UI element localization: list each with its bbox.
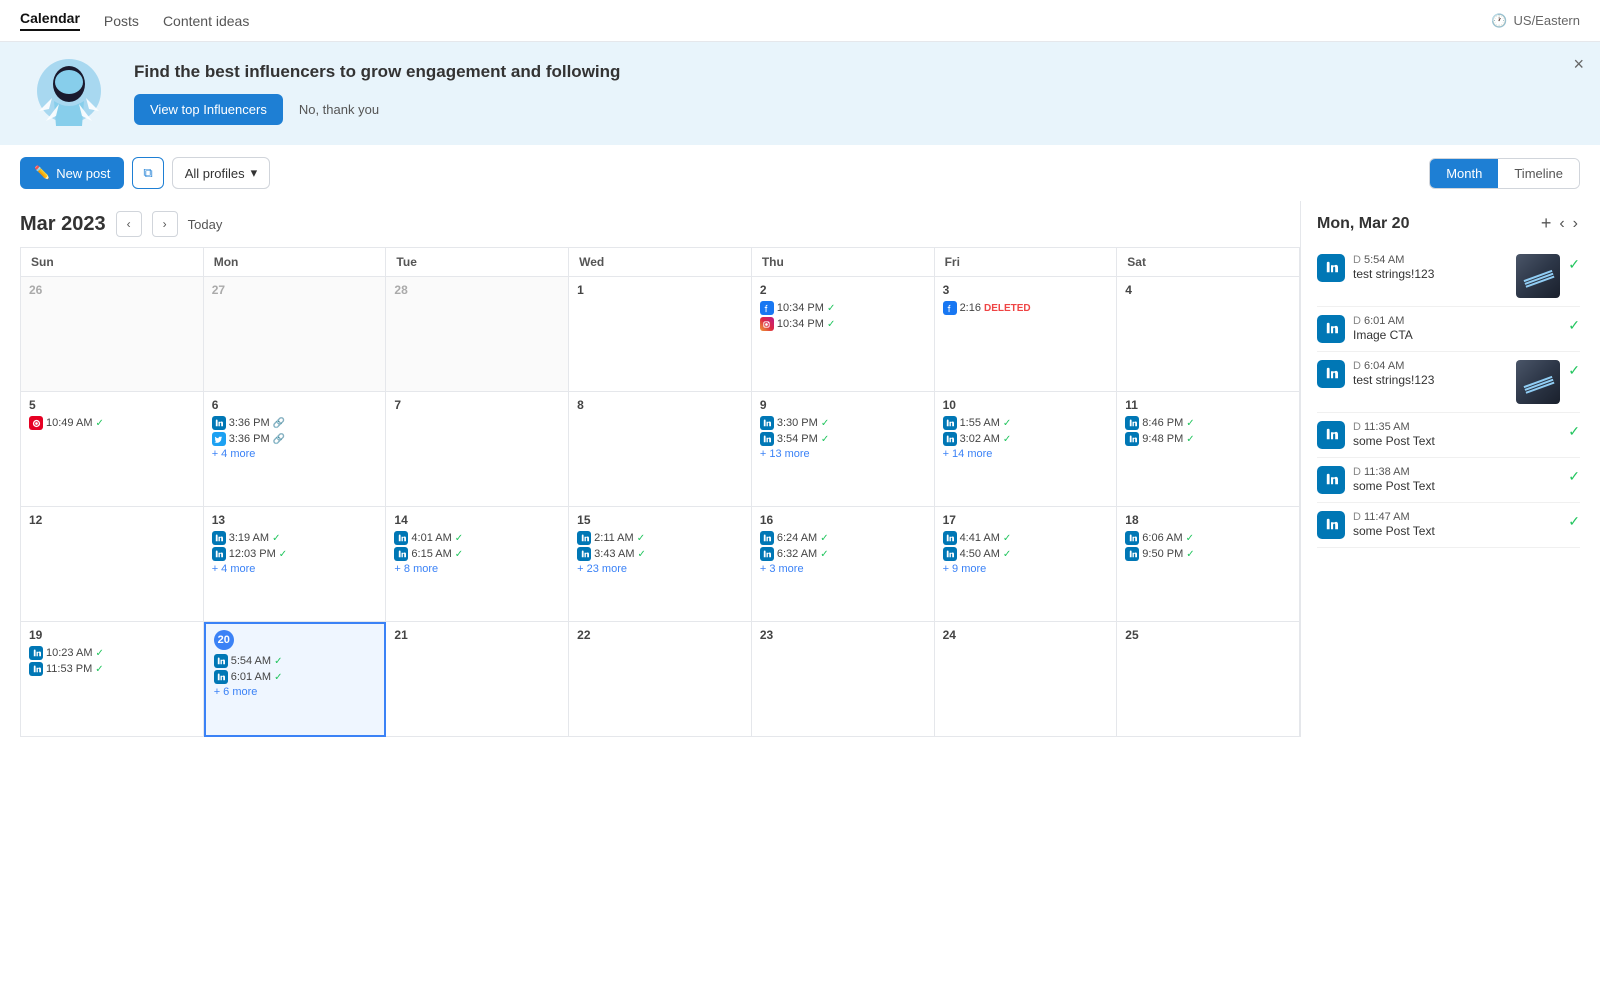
cal-cell[interactable]: 11 8:46 PM ✓ 9:48 PM ✓	[1117, 392, 1300, 507]
cal-cell[interactable]: 23	[752, 622, 935, 737]
clock-icon: 🕐	[1491, 13, 1507, 29]
sidebar-event[interactable]: D 11:47 AM some Post Text ✓	[1317, 503, 1580, 548]
cal-cell[interactable]: 22	[569, 622, 752, 737]
cal-cell[interactable]: 1	[569, 277, 752, 392]
cal-cell[interactable]: 18 6:06 AM ✓ 9:50 PM ✓	[1117, 507, 1300, 622]
sidebar-event[interactable]: D 6:01 AM Image CTA ✓	[1317, 307, 1580, 352]
calendar-main: Mar 2023 ‹ › Today Sun Mon Tue Wed Thu F…	[20, 201, 1300, 737]
today-button[interactable]: Today	[188, 217, 223, 232]
cal-cell[interactable]: 15 2:11 AM ✓ 3:43 AM ✓ + 23 more	[569, 507, 752, 622]
month-view-button[interactable]: Month	[1430, 159, 1498, 188]
cal-cell[interactable]: 14 4:01 AM ✓ 6:15 AM ✓ + 8 more	[386, 507, 569, 622]
new-post-button[interactable]: ✏️ New post	[20, 157, 124, 189]
header-tue: Tue	[386, 248, 569, 277]
cal-cell[interactable]: 26	[21, 277, 204, 392]
cal-cell[interactable]: 2 10:34 PM ✓ 10:34 PM ✓	[752, 277, 935, 392]
cal-cell[interactable]: 27	[204, 277, 387, 392]
header-sun: Sun	[21, 248, 204, 277]
cal-cell[interactable]: 12	[21, 507, 204, 622]
calendar-header: Mar 2023 ‹ › Today	[20, 201, 1300, 247]
calendar-area: Mar 2023 ‹ › Today Sun Mon Tue Wed Thu F…	[0, 201, 1600, 737]
nav-calendar[interactable]: Calendar	[20, 10, 80, 31]
sidebar-event[interactable]: D 11:35 AM some Post Text ✓	[1317, 413, 1580, 458]
banner-illustration	[24, 56, 114, 131]
pen-icon: ✏️	[34, 165, 50, 181]
cal-cell[interactable]: 4	[1117, 277, 1300, 392]
cal-cell[interactable]: 17 4:41 AM ✓ 4:50 AM ✓ + 9 more	[935, 507, 1118, 622]
profiles-dropdown[interactable]: All profiles ▾	[172, 157, 271, 189]
timeline-view-button[interactable]: Timeline	[1498, 159, 1579, 188]
view-influencers-button[interactable]: View top Influencers	[134, 94, 283, 125]
header-fri: Fri	[935, 248, 1118, 277]
sidebar-add-button[interactable]: +	[1539, 211, 1554, 236]
sidebar-title: Mon, Mar 20	[1317, 215, 1409, 233]
header-thu: Thu	[752, 248, 935, 277]
promo-banner: Find the best influencers to grow engage…	[0, 42, 1600, 145]
cal-cell[interactable]: 16 6:24 AM ✓ 6:32 AM ✓ + 3 more	[752, 507, 935, 622]
day-headers: Sun Mon Tue Wed Thu Fri Sat	[20, 247, 1300, 277]
cal-cell[interactable]: 8	[569, 392, 752, 507]
no-thanks-button[interactable]: No, thank you	[299, 102, 379, 117]
calendar-sidebar: Mon, Mar 20 + ‹ › D 5:54 AM test strings…	[1300, 201, 1580, 737]
cal-cell[interactable]: 3 2:16 DELETED	[935, 277, 1118, 392]
cal-cell[interactable]: 10 1:55 AM ✓ 3:02 AM ✓ + 14 more	[935, 392, 1118, 507]
copy-button[interactable]: ⧉	[132, 157, 163, 189]
cal-cell[interactable]: 24	[935, 622, 1118, 737]
calendar-toolbar: ✏️ New post ⧉ All profiles ▾ Month Timel…	[0, 145, 1600, 201]
cal-cell[interactable]: 19 10:23 AM ✓ 11:53 PM ✓	[21, 622, 204, 737]
banner-close-button[interactable]: ×	[1573, 54, 1584, 75]
calendar-grid: 26 27 28 1 2 10:34 PM ✓	[20, 277, 1300, 737]
view-toggle: Month Timeline	[1429, 158, 1580, 189]
nav-content-ideas[interactable]: Content ideas	[163, 13, 249, 29]
cal-cell[interactable]: 7	[386, 392, 569, 507]
cal-cell-today[interactable]: 20 5:54 AM ✓ 6:01 AM ✓ + 6 more	[204, 622, 387, 737]
sidebar-prev-button[interactable]: ‹	[1557, 213, 1566, 235]
cal-cell[interactable]: 28	[386, 277, 569, 392]
cal-cell[interactable]: 25	[1117, 622, 1300, 737]
timezone-label: US/Eastern	[1514, 13, 1580, 28]
calendar-title: Mar 2023	[20, 213, 106, 236]
next-month-button[interactable]: ›	[152, 211, 178, 237]
banner-content: Find the best influencers to grow engage…	[134, 62, 620, 125]
sidebar-event[interactable]: D 6:04 AM test strings!123 ✓	[1317, 352, 1580, 413]
cal-cell[interactable]: 21	[386, 622, 569, 737]
prev-month-button[interactable]: ‹	[116, 211, 142, 237]
sidebar-event[interactable]: D 5:54 AM test strings!123 ✓	[1317, 246, 1580, 307]
header-sat: Sat	[1117, 248, 1300, 277]
chevron-down-icon: ▾	[251, 165, 258, 181]
banner-title: Find the best influencers to grow engage…	[134, 62, 620, 82]
cal-cell[interactable]: 5 10:49 AM ✓	[21, 392, 204, 507]
top-nav: Calendar Posts Content ideas 🕐 US/Easter…	[0, 0, 1600, 42]
sidebar-event[interactable]: D 11:38 AM some Post Text ✓	[1317, 458, 1580, 503]
header-wed: Wed	[569, 248, 752, 277]
nav-posts[interactable]: Posts	[104, 13, 139, 29]
header-mon: Mon	[204, 248, 387, 277]
cal-cell[interactable]: 13 3:19 AM ✓ 12:03 PM ✓ + 4 more	[204, 507, 387, 622]
sidebar-next-button[interactable]: ›	[1571, 213, 1580, 235]
cal-cell[interactable]: 6 3:36 PM 🔗 3:36 PM 🔗 + 4 more	[204, 392, 387, 507]
cal-cell[interactable]: 9 3:30 PM ✓ 3:54 PM ✓ + 13 more	[752, 392, 935, 507]
